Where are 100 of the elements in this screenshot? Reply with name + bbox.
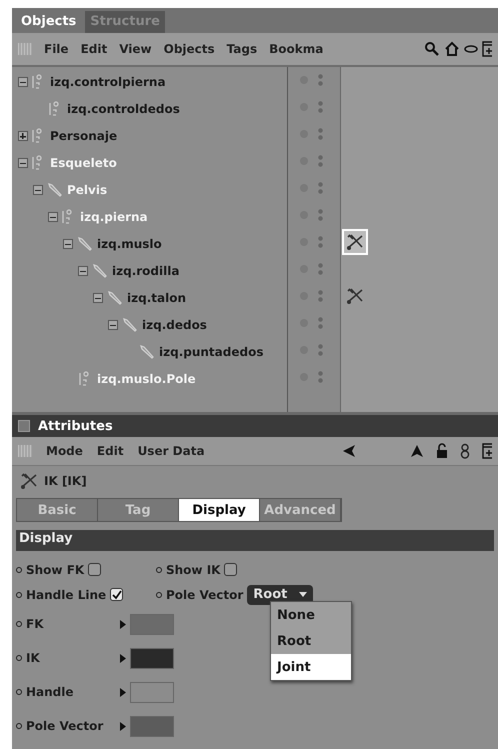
animate-bullet-icon[interactable]: [156, 592, 162, 598]
menu-item[interactable]: Objects: [164, 42, 215, 56]
visibility-dots[interactable]: [318, 343, 323, 358]
visibility-dots[interactable]: [318, 181, 323, 196]
object-name[interactable]: izq.puntadedos: [159, 345, 264, 360]
menu-item[interactable]: Mode: [46, 444, 83, 458]
panel-title: Attributes: [38, 418, 113, 434]
menu-item[interactable]: User Data: [138, 444, 205, 458]
collapse-toggle[interactable]: [18, 158, 28, 168]
grip-icon: [18, 445, 32, 458]
menu-option[interactable]: None: [271, 602, 351, 628]
menu-item[interactable]: View: [119, 42, 152, 56]
visibility-dots[interactable]: [318, 154, 323, 168]
caret-icon: [299, 592, 308, 597]
expand-arrow-icon[interactable]: [120, 654, 126, 662]
field-label: Show FK: [26, 562, 84, 576]
attribute-tab[interactable]: Display: [179, 499, 260, 522]
chain-icon[interactable]: [460, 443, 470, 460]
panel-icon: [18, 420, 30, 432]
animate-bullet-icon[interactable]: [16, 621, 22, 627]
bone-icon: [91, 262, 109, 280]
animate-bullet-icon[interactable]: [16, 592, 22, 598]
object-name[interactable]: izq.talon: [127, 291, 186, 306]
bone-icon: [106, 289, 124, 308]
color-swatch[interactable]: [130, 648, 174, 668]
menu-item[interactable]: Tags: [226, 42, 258, 56]
search-icon[interactable]: [424, 40, 440, 57]
field-label: Handle Line: [26, 588, 106, 602]
expand-arrow-icon[interactable]: [120, 620, 126, 628]
visibility-dots[interactable]: [318, 370, 323, 384]
home-icon[interactable]: [444, 40, 460, 57]
back-arrow-icon[interactable]: [342, 444, 356, 458]
visibility-dots[interactable]: [318, 262, 323, 276]
field-label: Pole Vector: [26, 719, 104, 733]
object-name[interactable]: izq.controldedos: [67, 102, 180, 116]
ellipse-icon[interactable]: [464, 44, 478, 54]
checkbox[interactable]: [224, 563, 238, 576]
bone-icon: [46, 181, 64, 200]
visibility-dots[interactable]: [318, 316, 323, 330]
attribute-tab[interactable]: Tag: [98, 499, 179, 522]
attribute-tab[interactable]: Basic: [17, 499, 98, 522]
visibility-dots[interactable]: [318, 289, 323, 304]
collapse-toggle[interactable]: [63, 239, 73, 250]
collapse-toggle[interactable]: [78, 266, 88, 276]
expand-arrow-icon[interactable]: [120, 688, 126, 696]
field-label: FK: [26, 617, 44, 631]
menu-item[interactable]: Bookma: [269, 42, 324, 56]
expand-arrow-icon[interactable]: [120, 722, 126, 730]
menu-item[interactable]: Edit: [96, 444, 124, 458]
bone-icon: [138, 343, 156, 362]
grip-icon: [18, 42, 32, 55]
animate-bullet-icon[interactable]: [16, 689, 22, 695]
color-swatch[interactable]: [130, 614, 174, 634]
menu-option[interactable]: Joint: [271, 654, 351, 680]
visibility-dots[interactable]: [318, 235, 323, 250]
field-label: IK: [26, 651, 40, 665]
object-name[interactable]: Esqueleto: [50, 156, 117, 170]
bone-icon: [121, 316, 139, 334]
attribute-tab[interactable]: Advanced: [260, 499, 341, 522]
panel-tab[interactable]: Objects: [16, 11, 82, 33]
field-label: Pole Vector: [166, 588, 244, 602]
object-name[interactable]: izq.rodilla: [112, 264, 180, 278]
checkbox[interactable]: [88, 563, 102, 576]
up-arrow-icon[interactable]: [410, 444, 424, 458]
new-panel-icon[interactable]: [482, 443, 492, 460]
visibility-dots[interactable]: [318, 73, 323, 88]
object-name[interactable]: izq.muslo.Pole: [97, 372, 196, 386]
field-label: Show IK: [166, 562, 220, 576]
section-header: Display: [16, 530, 494, 551]
lock-icon[interactable]: [436, 443, 448, 460]
object-name[interactable]: izq.muslo: [97, 237, 162, 252]
menu-item[interactable]: File: [44, 42, 69, 56]
object-name[interactable]: izq.dedos: [142, 318, 207, 332]
object-name[interactable]: izq.controlpierna: [50, 75, 166, 90]
field-label: Handle: [26, 685, 74, 699]
collapse-toggle[interactable]: [18, 77, 28, 88]
collapse-toggle[interactable]: [93, 293, 103, 304]
object-name[interactable]: Pelvis: [67, 183, 108, 198]
pole-vector-dropdown[interactable]: Root: [247, 584, 314, 604]
bone-icon: [76, 235, 94, 254]
menu-item[interactable]: Edit: [80, 42, 108, 56]
visibility-dots[interactable]: [318, 208, 323, 222]
animate-bullet-icon[interactable]: [16, 566, 22, 572]
visibility-dots[interactable]: [318, 100, 323, 114]
collapse-toggle[interactable]: [33, 185, 43, 196]
collapse-toggle[interactable]: [108, 320, 118, 330]
object-name[interactable]: izq.pierna: [80, 210, 148, 224]
animate-bullet-icon[interactable]: [156, 566, 162, 572]
object-name[interactable]: Personaje: [50, 129, 118, 144]
animate-bullet-icon[interactable]: [16, 655, 22, 661]
color-swatch[interactable]: [130, 682, 174, 702]
ik-tag-icon[interactable]: [344, 231, 366, 254]
visibility-dots[interactable]: [318, 127, 323, 142]
checkbox[interactable]: [110, 588, 124, 601]
menu-option[interactable]: Root: [271, 628, 351, 654]
animate-bullet-icon[interactable]: [16, 723, 22, 729]
collapse-toggle[interactable]: [48, 212, 58, 222]
expand-toggle[interactable]: [18, 131, 28, 142]
color-swatch[interactable]: [130, 716, 174, 736]
new-panel-icon[interactable]: [482, 40, 492, 57]
